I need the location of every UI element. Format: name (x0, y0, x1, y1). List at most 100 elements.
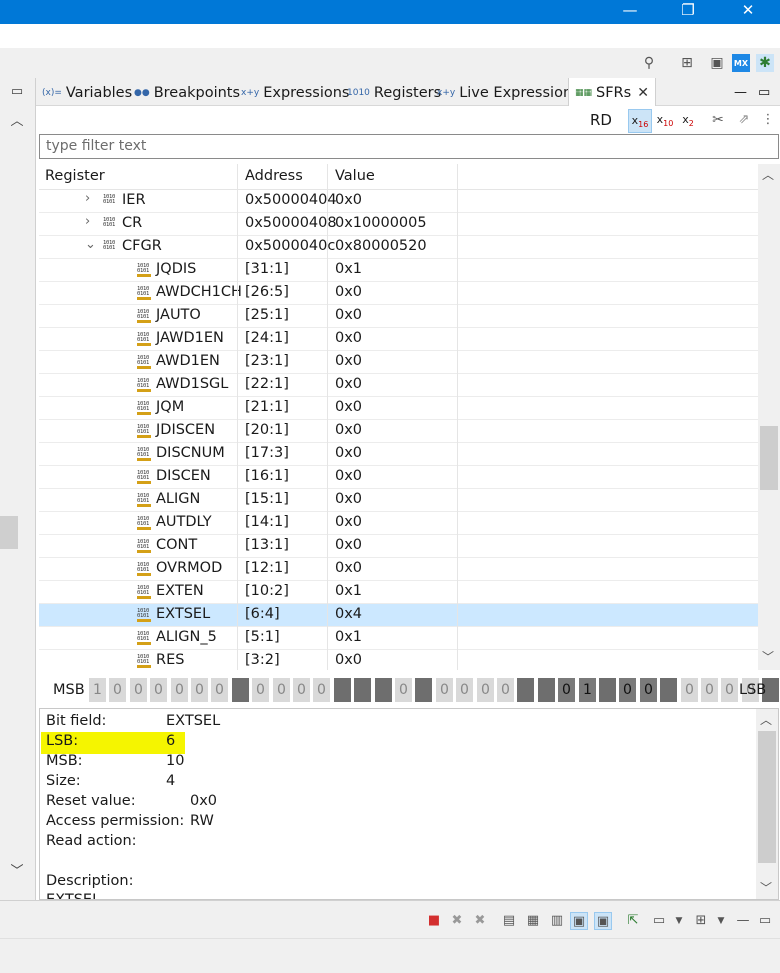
tab-sfrs[interactable]: ▦▦ SFRs ✕ (568, 78, 656, 107)
bit-cell[interactable]: 0 (701, 678, 718, 702)
table-row[interactable]: 1010 0101 ALIGN [15:1] 0x0 (39, 489, 758, 512)
bit-cell[interactable] (538, 678, 555, 702)
value-cell[interactable]: 0x0 (335, 468, 362, 484)
view-menu-icon[interactable]: ⋮ (756, 109, 780, 133)
restore-icon[interactable]: ▭ (8, 84, 26, 102)
header-value[interactable]: Value (335, 168, 375, 184)
hex-format-button[interactable]: x16 (628, 109, 652, 133)
tab-registers[interactable]: 1010 Registers (347, 78, 441, 106)
table-row[interactable]: 1010 0101 DISCEN [16:1] 0x0 (39, 466, 758, 489)
tab-variables[interactable]: (x)= Variables (42, 78, 132, 106)
scroll-down-icon[interactable]: ﹀ (760, 879, 772, 896)
c-cpp-perspective-icon[interactable]: ▣ (708, 54, 726, 72)
pin-console-icon[interactable]: ⇱ (624, 912, 642, 930)
close-tab-icon[interactable]: ✕ (637, 78, 649, 108)
table-row[interactable]: 1010 0101 JQM [21:1] 0x0 (39, 397, 758, 420)
table-row[interactable]: 1010 0101 AWD1EN [23:1] 0x0 (39, 351, 758, 374)
bit-cell[interactable]: 0 (681, 678, 698, 702)
search-icon[interactable]: ⚲ (640, 54, 658, 72)
scroll-up-icon[interactable]: ︿ (762, 166, 774, 183)
value-cell[interactable]: 0x0 (335, 445, 362, 461)
show-console-output-icon[interactable]: ▣ (570, 912, 588, 930)
tab-breakpoints[interactable]: ●● Breakpoints (134, 78, 240, 106)
filter-input[interactable]: type filter text (39, 134, 779, 159)
minimize-button[interactable]: — (610, 0, 650, 22)
bit-cell[interactable]: 0 (721, 678, 738, 702)
value-cell[interactable]: 0x0 (335, 422, 362, 438)
clear-console-icon[interactable]: ▤ (500, 912, 518, 930)
bit-cell[interactable]: 0 (130, 678, 147, 702)
chevron-down-icon[interactable]: ﹀ (8, 860, 26, 879)
minimize-view-icon[interactable]: — (734, 912, 752, 930)
value-cell[interactable]: 0x1 (335, 583, 362, 599)
table-row[interactable]: 1010 0101 RES [3:2] 0x0 (39, 650, 758, 670)
bit-cell[interactable]: 0 (619, 678, 636, 702)
bit-cell[interactable] (354, 678, 371, 702)
value-cell[interactable]: 0x0 (335, 353, 362, 369)
chevron-up-icon[interactable]: ︿ (8, 110, 26, 129)
table-row[interactable]: 1010 0101 DISCNUM [17:3] 0x0 (39, 443, 758, 466)
bit-cell[interactable]: 0 (313, 678, 330, 702)
bit-cell[interactable]: 0 (456, 678, 473, 702)
terminate-icon[interactable]: ■ (425, 912, 443, 930)
collapse-icon[interactable]: ⌄ (85, 237, 96, 252)
open-console-icon[interactable]: ⊞ (692, 912, 710, 930)
bit-cell[interactable]: 0 (640, 678, 657, 702)
value-cell[interactable]: 0x0 (335, 491, 362, 507)
value-cell[interactable]: 0x4 (335, 606, 362, 622)
table-row[interactable]: 1010 0101 AWDCH1CH [26:5] 0x0 (39, 282, 758, 305)
header-register[interactable]: Register (45, 168, 105, 184)
scroll-up-icon[interactable]: ︿ (760, 711, 772, 728)
rd-button[interactable]: RD (590, 111, 612, 129)
bit-cell[interactable]: 0 (150, 678, 167, 702)
value-cell[interactable]: 0x1 (335, 629, 362, 645)
bit-cell[interactable]: 0 (191, 678, 208, 702)
scrollbar-thumb[interactable] (758, 731, 776, 863)
bit-cell[interactable]: 0 (558, 678, 575, 702)
remove-launch-icon[interactable]: ✖ (448, 912, 466, 930)
bit-cell[interactable] (599, 678, 616, 702)
splitter-handle[interactable] (0, 516, 18, 549)
table-row[interactable]: 1010 0101 JDISCEN [20:1] 0x0 (39, 420, 758, 443)
table-row[interactable]: 1010 0101 AUTDLY [14:1] 0x0 (39, 512, 758, 535)
value-cell[interactable]: 0x0 (335, 284, 362, 300)
value-cell[interactable]: 0x80000520 (335, 238, 427, 254)
binary-format-button[interactable]: x2 (676, 109, 700, 133)
bit-cell[interactable] (334, 678, 351, 702)
value-cell[interactable]: 0x0 (335, 652, 362, 668)
bit-cell[interactable] (517, 678, 534, 702)
table-row[interactable]: ⌄ 1010 0101 CFGR 0x5000040c 0x80000520 (39, 236, 758, 259)
remove-all-icon[interactable]: ✖ (471, 912, 489, 930)
table-row[interactable]: 1010 0101 EXTEN [10:2] 0x1 (39, 581, 758, 604)
bit-cell[interactable]: 0 (477, 678, 494, 702)
bit-cell[interactable]: 0 (273, 678, 290, 702)
table-row[interactable]: 1010 0101 JAWD1EN [24:1] 0x0 (39, 328, 758, 351)
open-perspective-icon[interactable]: ⊞ (678, 54, 696, 72)
bit-cell[interactable]: 0 (497, 678, 514, 702)
expand-icon[interactable]: › (85, 214, 90, 229)
bit-cell[interactable] (232, 678, 249, 702)
export-icon[interactable]: ⇗ (732, 109, 756, 133)
value-cell[interactable]: 0x0 (335, 376, 362, 392)
chevron-down-icon[interactable]: ▼ (670, 912, 688, 930)
header-address[interactable]: Address (245, 168, 303, 184)
table-row[interactable]: 1010 0101 JQDIS [31:1] 0x1 (39, 259, 758, 282)
value-cell[interactable]: 0x0 (335, 537, 362, 553)
tab-expressions[interactable]: x+y Expressions (241, 78, 349, 106)
value-cell[interactable]: 0x0 (335, 330, 362, 346)
bit-cell[interactable]: 0 (252, 678, 269, 702)
table-row[interactable]: 1010 0101 OVRMOD [12:1] 0x0 (39, 558, 758, 581)
bit-cell[interactable]: 1 (89, 678, 106, 702)
bit-cell[interactable]: 0 (211, 678, 228, 702)
maximize-view-icon[interactable]: ▭ (756, 912, 774, 930)
table-row[interactable]: › 1010 0101 CR 0x50000408 0x10000005 (39, 213, 758, 236)
bit-cell[interactable]: 1 (579, 678, 596, 702)
display-console-icon[interactable]: ▭ (650, 912, 668, 930)
maximize-view-icon[interactable]: ▭ (758, 78, 770, 106)
close-window-button[interactable]: ✕ (728, 0, 768, 22)
expand-icon[interactable]: › (85, 191, 90, 206)
debug-perspective-icon[interactable]: ✱ (756, 54, 774, 72)
minimize-view-icon[interactable]: — (734, 78, 747, 106)
table-row[interactable]: 1010 0101 AWD1SGL [22:1] 0x0 (39, 374, 758, 397)
table-row[interactable]: 1010 0101 ALIGN_5 [5:1] 0x1 (39, 627, 758, 650)
